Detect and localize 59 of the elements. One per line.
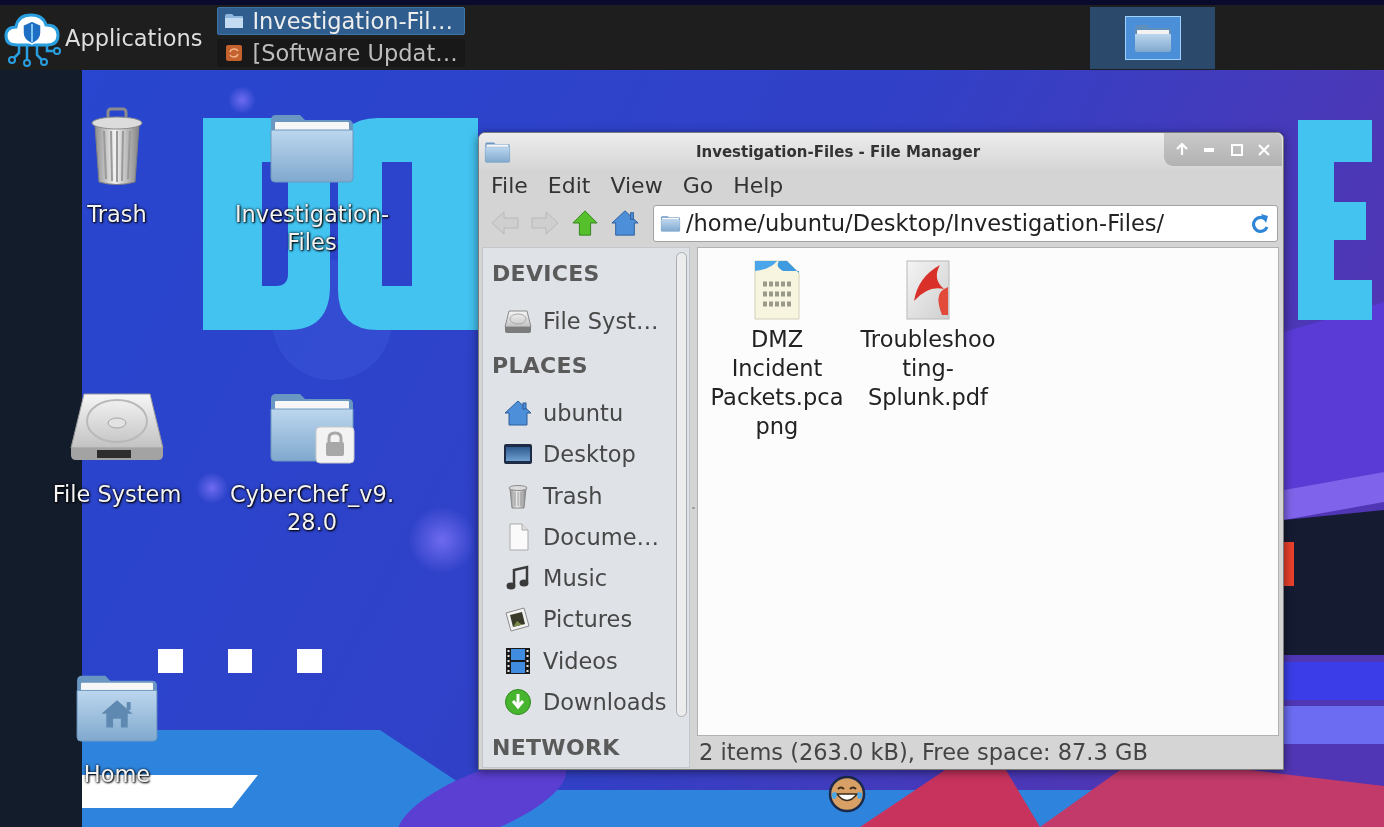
sidebar-item[interactable]: Trash — [483, 474, 676, 517]
close-icon — [1258, 143, 1271, 156]
refresh-icon — [1251, 212, 1271, 234]
home-icon — [610, 209, 640, 237]
maximize-icon — [1230, 143, 1243, 156]
sidebar-item[interactable]: Pictures — [483, 598, 676, 641]
home-icon — [503, 398, 533, 427]
sidebar-item[interactable]: ubuntu — [483, 392, 676, 434]
square-mark — [228, 649, 252, 673]
desktop-shortcut[interactable]: CyberChef_v9.28.0 — [227, 386, 397, 536]
binary-file-icon — [753, 259, 801, 321]
folder-icon — [1124, 15, 1181, 60]
sidebar-heading: PLACES — [491, 352, 589, 381]
sidebar-item[interactable]: Downloads — [483, 681, 676, 723]
glow-dot — [196, 472, 228, 504]
folder-icon — [224, 13, 245, 29]
menu-item[interactable]: Help — [723, 170, 794, 201]
minimize-icon — [1204, 147, 1215, 152]
trash-can-icon — [89, 107, 145, 187]
menu-item[interactable]: Go — [672, 170, 724, 201]
sidebar-item[interactable]: Videos — [483, 640, 676, 682]
folder-icon — [660, 214, 681, 232]
forward-arrow-icon — [530, 209, 560, 237]
menu-item[interactable]: File — [481, 170, 538, 201]
download-icon — [503, 688, 533, 716]
sidebar-item[interactable]: Desktop — [483, 433, 676, 475]
applications-menu[interactable]: Applications — [3, 8, 203, 67]
sidebar-item[interactable]: Music — [483, 557, 676, 599]
sidebar-scrollbar[interactable] — [676, 252, 687, 717]
folder-icon — [483, 140, 512, 163]
laughing-emoji-icon — [828, 775, 866, 813]
document-tile[interactable]: Troubleshooting-Splunk.pdf — [857, 257, 999, 412]
document-tile[interactable]: DMZ Incident Packets.pcapng — [706, 257, 848, 441]
workspace-button[interactable] — [1090, 6, 1215, 69]
up-arrow-icon — [1175, 143, 1188, 156]
accent-bar-shape — [1284, 542, 1294, 586]
sidebar-item[interactable]: File Syst… — [483, 300, 676, 342]
pdf-file-icon — [904, 259, 952, 321]
desktop-shortcut[interactable]: Trash — [32, 106, 202, 228]
sync-arrows-icon — [224, 45, 245, 61]
window-title: Investigation-Files - File Manager — [694, 142, 982, 161]
location-field[interactable]: /home/ubuntu/Desktop/Investigation-Files/ — [653, 204, 1278, 242]
hard-drive-icon — [69, 392, 165, 462]
menu-item[interactable]: Edit — [537, 170, 601, 201]
desktop-shortcut[interactable]: Home — [32, 666, 202, 788]
menu-item[interactable]: View — [600, 170, 673, 201]
photo-icon — [503, 605, 533, 634]
taskbar-button[interactable]: [Software Updat… — [217, 39, 466, 67]
sidebar-item[interactable]: Docume… — [483, 516, 676, 558]
glow-dot — [228, 86, 256, 114]
back-arrow-icon — [490, 209, 520, 237]
film-strip-icon — [503, 646, 533, 675]
sidebar-heading: NETWORK — [491, 733, 621, 762]
square-mark — [158, 649, 183, 673]
sidebar-heading: DEVICES — [491, 260, 601, 288]
glow-dot — [408, 506, 476, 574]
taskbar-button[interactable]: Investigation-Fil… — [217, 7, 466, 35]
square-mark — [297, 649, 322, 673]
up-arrow-icon — [570, 209, 600, 237]
